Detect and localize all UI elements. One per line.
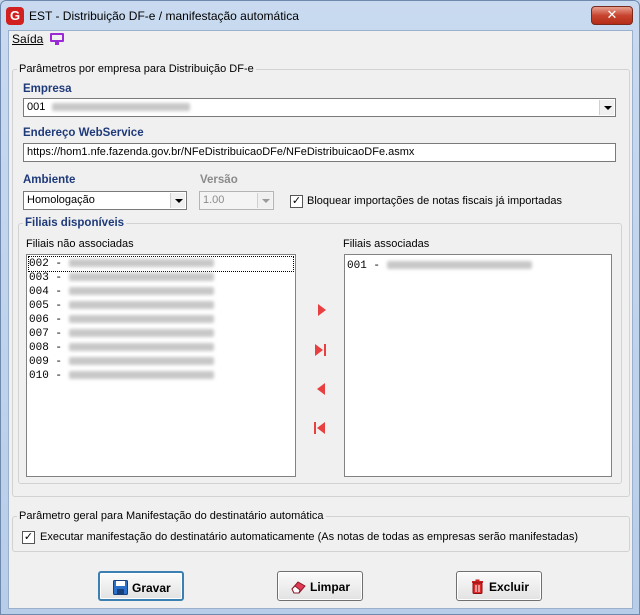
versao-label: Versão xyxy=(200,174,238,186)
close-button[interactable]: ✕ xyxy=(591,6,633,25)
list-item[interactable]: 006 - xyxy=(29,313,214,327)
limpar-button[interactable]: Limpar xyxy=(277,571,363,601)
app-window: G EST - Distribuição DF-e / manifestação… xyxy=(0,0,640,615)
filiais-group-legend: Filiais disponíveis xyxy=(25,217,125,229)
list-item[interactable]: 007 - xyxy=(29,327,214,341)
filiais-nao-associadas-list[interactable]: 002 - 003 - 004 - 005 - 006 - 007 - 008 … xyxy=(26,254,296,477)
window-title: EST - Distribuição DF-e / manifestação a… xyxy=(29,9,299,23)
chevron-down-icon[interactable] xyxy=(599,100,614,115)
trash-icon xyxy=(472,579,483,594)
excluir-button[interactable]: Excluir xyxy=(456,571,542,601)
arrow-left-icon[interactable] xyxy=(315,382,329,396)
list-item[interactable]: 008 - xyxy=(29,341,214,355)
arrow-right-end-icon[interactable] xyxy=(313,343,327,357)
executar-checkbox[interactable]: ✓ xyxy=(22,531,35,544)
endereco-label: Endereço WebService xyxy=(23,127,144,139)
bloquear-checkbox[interactable]: ✓ xyxy=(290,195,303,208)
nao-associadas-label: Filiais não associadas xyxy=(26,238,134,250)
versao-select[interactable]: 1.00 xyxy=(199,191,274,210)
floppy-disk-icon xyxy=(113,580,128,595)
params-group-legend: Parâmetros por empresa para Distribuição… xyxy=(19,63,254,75)
list-item[interactable]: 002 - xyxy=(28,256,294,272)
associadas-label: Filiais associadas xyxy=(343,238,430,250)
filiais-associadas-list[interactable]: 001 - xyxy=(344,254,612,477)
endereco-input[interactable]: https://hom1.nfe.fazenda.gov.br/NFeDistr… xyxy=(23,143,616,162)
executar-label: Executar manifestação do destinatário au… xyxy=(40,531,579,543)
gravar-button[interactable]: Gravar xyxy=(98,571,184,601)
monitor-icon[interactable] xyxy=(49,32,65,46)
menu-bar: Saída xyxy=(9,31,632,51)
empresa-select[interactable]: 001 xyxy=(23,98,616,117)
menu-saida[interactable]: Saída xyxy=(12,32,43,46)
client-area: Saída Parâmetros por empresa para Distri… xyxy=(8,30,633,609)
chevron-down-icon xyxy=(257,193,272,208)
ambiente-label: Ambiente xyxy=(23,174,76,186)
ambiente-select[interactable]: Homologação xyxy=(23,191,187,210)
bloquear-label: Bloquear importações de notas fiscais já… xyxy=(307,195,562,207)
title-bar[interactable]: G EST - Distribuição DF-e / manifestação… xyxy=(1,1,639,31)
list-item[interactable]: 003 - xyxy=(29,271,214,285)
manifest-group-legend: Parâmetro geral para Manifestação do des… xyxy=(19,510,324,522)
arrow-left-end-icon[interactable] xyxy=(313,421,327,435)
list-item[interactable]: 001 - xyxy=(347,259,532,273)
list-item[interactable]: 004 - xyxy=(29,285,214,299)
list-item[interactable]: 009 - xyxy=(29,355,214,369)
list-item[interactable]: 005 - xyxy=(29,299,214,313)
arrow-right-icon[interactable] xyxy=(315,303,329,317)
empresa-label: Empresa xyxy=(23,83,72,95)
list-item[interactable]: 010 - xyxy=(29,369,214,383)
app-logo-icon: G xyxy=(6,7,24,25)
eraser-icon xyxy=(291,581,306,594)
chevron-down-icon[interactable] xyxy=(170,193,185,208)
